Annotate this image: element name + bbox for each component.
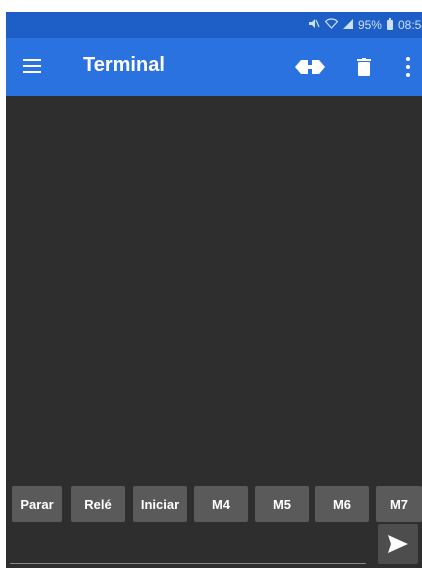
macro-button-m5[interactable]: M5: [255, 486, 309, 522]
mute-icon: [308, 18, 320, 32]
status-icons: 95% 08:54: [308, 18, 422, 32]
macro-button-iniciar[interactable]: Iniciar: [133, 486, 187, 522]
clear-button[interactable]: [351, 52, 377, 82]
send-text-area: [6, 526, 370, 566]
page-title: Terminal: [83, 54, 165, 76]
app-screen: 95% 08:54 Terminal: [6, 12, 422, 568]
app-bar: Terminal: [6, 38, 422, 96]
more-vert-icon: [406, 55, 410, 79]
hamburger-menu-icon[interactable]: [20, 55, 44, 79]
more-options-button[interactable]: [398, 52, 418, 82]
terminal-output: [6, 96, 422, 480]
clock: 08:54: [397, 18, 422, 32]
wifi-icon: [324, 18, 339, 32]
macro-button-m6[interactable]: M6: [315, 486, 369, 522]
signal-icon: [342, 18, 353, 32]
send-icon: [388, 535, 408, 553]
macro-button-m7[interactable]: M7: [376, 486, 422, 522]
battery-icon: [386, 18, 393, 30]
trash-icon: [357, 58, 371, 76]
send-text-input[interactable]: [10, 526, 366, 564]
macro-button-row: Parar Relé Iniciar M4 M5 M6 M7: [6, 486, 422, 522]
bluetooth-connect-icon: [295, 60, 325, 74]
connect-button[interactable]: [290, 52, 330, 82]
status-bar: 95% 08:54: [6, 12, 422, 38]
macro-button-parar[interactable]: Parar: [12, 486, 62, 522]
send-button[interactable]: [378, 524, 418, 564]
macro-button-rele[interactable]: Relé: [71, 486, 125, 522]
battery-percent: 95%: [357, 18, 382, 32]
macro-button-m4[interactable]: M4: [194, 486, 248, 522]
